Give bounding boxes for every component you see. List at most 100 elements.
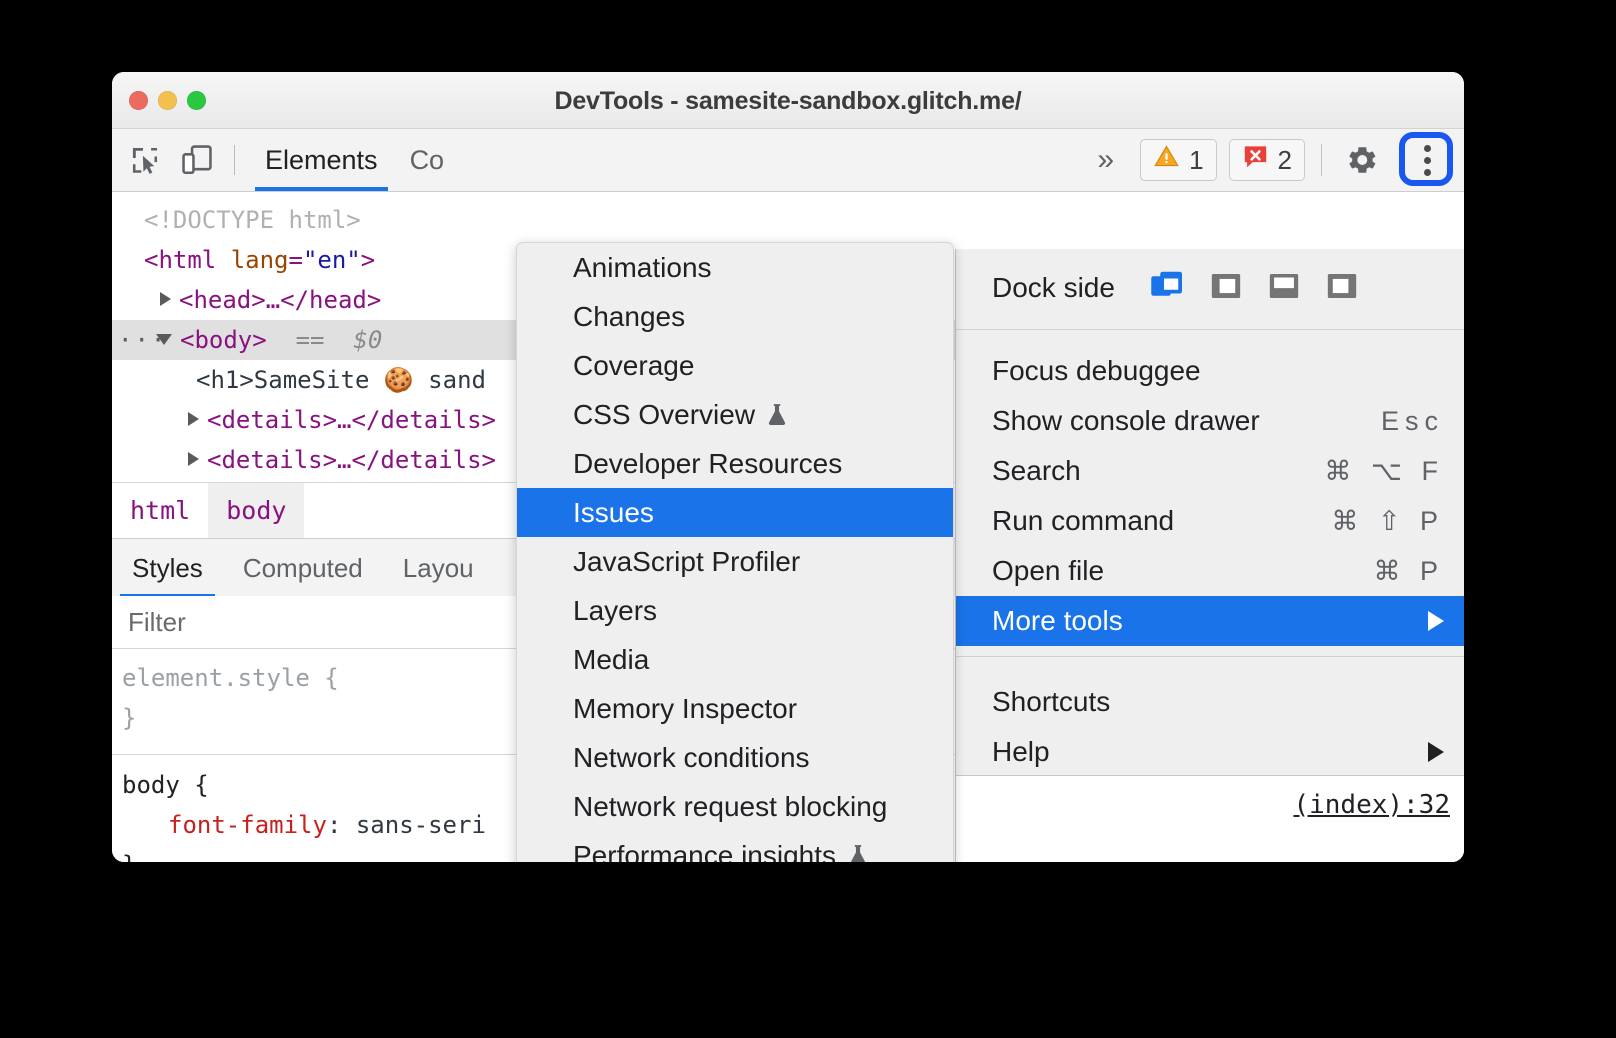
submenu-item-label: CSS Overview [573, 399, 755, 431]
submenu-item-media[interactable]: Media [517, 635, 953, 684]
submenu-item-label: Network conditions [573, 742, 810, 774]
menu-item-search[interactable]: Search ⌘ ⌥ F [956, 446, 1464, 496]
dom-doctype: <!DOCTYPE html> [144, 206, 361, 234]
submenu-item-css-overview[interactable]: CSS Overview [517, 390, 953, 439]
menu-item-shortcut: ⌘ P [1373, 556, 1444, 587]
submenu-item-label: Media [573, 644, 649, 676]
submenu-item-network-request-blocking[interactable]: Network request blocking [517, 782, 953, 831]
dock-to-left-icon[interactable] [1209, 269, 1243, 308]
submenu-item-label: Performance insights [573, 840, 836, 863]
kebab-menu-icon[interactable] [1402, 134, 1452, 186]
menu-item-shortcut: ⌘ ⇧ P [1331, 506, 1444, 537]
devtools-main-toolbar: Elements Co » 1 [112, 129, 1464, 192]
submenu-item-performance-insights[interactable]: Performance insights [517, 831, 953, 862]
devtools-main-menu: Dock side [955, 249, 1464, 862]
toolbar-divider-2 [1321, 144, 1322, 176]
dock-side-options [1149, 268, 1359, 309]
dom-node-body: <body> [180, 326, 267, 354]
tab-console[interactable]: Co [394, 129, 461, 191]
expand-triangle-icon[interactable] [160, 292, 171, 306]
menu-item-help[interactable]: Help [956, 727, 1464, 777]
submenu-item-label: Developer Resources [573, 448, 842, 480]
submenu-item-javascript-profiler[interactable]: JavaScript Profiler [517, 537, 953, 586]
submenu-item-network-conditions[interactable]: Network conditions [517, 733, 953, 782]
submenu-item-label: Changes [573, 301, 685, 333]
window-titlebar: DevTools - samesite-sandbox.glitch.me/ [112, 72, 1464, 129]
dom-node-details: <details>…</details> [207, 406, 496, 434]
menu-item-open-file[interactable]: Open file ⌘ P [956, 546, 1464, 596]
menu-item-more-tools[interactable]: More tools [956, 596, 1464, 646]
submenu-item-label: JavaScript Profiler [573, 546, 800, 578]
devtools-body: <!DOCTYPE html> <html lang="en"> <head>…… [112, 192, 1464, 862]
dom-node-head: <head>…</head> [179, 286, 381, 314]
submenu-item-label: Layers [573, 595, 657, 627]
kebab-highlight-ring [1399, 132, 1453, 186]
dock-to-right-icon[interactable] [1325, 269, 1359, 308]
expand-triangle-icon[interactable] [188, 452, 199, 466]
menu-item-run-command[interactable]: Run command ⌘ ⇧ P [956, 496, 1464, 546]
submenu-item-developer-resources[interactable]: Developer Resources [517, 439, 953, 488]
main-menu-items-secondary: Shortcuts Help [956, 659, 1464, 777]
tab-styles[interactable]: Styles [112, 539, 223, 597]
menu-divider [956, 329, 1464, 330]
gear-icon[interactable] [1336, 134, 1388, 186]
submenu-item-coverage[interactable]: Coverage [517, 341, 953, 390]
warning-count-label: 1 [1189, 145, 1203, 176]
menu-item-label: Show console drawer [992, 405, 1260, 437]
menu-divider-2 [956, 656, 1464, 657]
devtools-window: DevTools - samesite-sandbox.glitch.me/ [112, 72, 1464, 862]
menu-item-shortcut: Esc [1381, 406, 1444, 437]
error-bubble-icon [1242, 143, 1269, 177]
dom-attr-value: "en" [303, 246, 361, 274]
experimental-flask-icon [845, 843, 871, 863]
dom-attr-name: lang [231, 246, 289, 274]
submenu-item-label: Memory Inspector [573, 693, 797, 725]
error-count-button[interactable]: 2 [1229, 139, 1305, 181]
submenu-item-label: Coverage [573, 350, 694, 382]
device-toolbar-icon[interactable] [178, 141, 216, 179]
submenu-item-label: Issues [573, 497, 654, 529]
css-property-name: font-family [168, 811, 327, 839]
menu-item-shortcut: ⌘ ⌥ F [1324, 456, 1444, 487]
dom-row[interactable]: <!DOCTYPE html> [112, 200, 1464, 240]
toolbar-right-group: » 1 [1081, 129, 1464, 191]
expand-triangle-icon[interactable] [188, 412, 199, 426]
node-more-icon[interactable]: ··· [118, 320, 167, 360]
styles-rule-source-footer: (index):32 [956, 775, 1464, 862]
breadcrumb-item-html[interactable]: html [112, 483, 208, 539]
menu-item-label: Open file [992, 555, 1104, 587]
toolbar-divider [234, 145, 235, 175]
source-link[interactable]: (index):32 [1293, 790, 1450, 820]
submenu-item-changes[interactable]: Changes [517, 292, 953, 341]
warning-count-button[interactable]: 1 [1140, 139, 1216, 181]
submenu-item-animations[interactable]: Animations [517, 243, 953, 292]
submenu-item-layers[interactable]: Layers [517, 586, 953, 635]
breadcrumb-item-body[interactable]: body [208, 483, 304, 539]
submenu-item-issues[interactable]: Issues [517, 488, 953, 537]
menu-item-shortcuts[interactable]: Shortcuts [956, 677, 1464, 727]
tab-layout[interactable]: Layou [383, 539, 494, 597]
undock-into-separate-window-icon[interactable] [1149, 268, 1185, 309]
tab-elements[interactable]: Elements [249, 129, 394, 191]
inspect-element-icon[interactable] [126, 141, 164, 179]
submenu-item-memory-inspector[interactable]: Memory Inspector [517, 684, 953, 733]
filter-input[interactable]: Filter [112, 607, 186, 638]
error-count-label: 2 [1278, 145, 1292, 176]
dom-node-details-2: <details>…</details> [207, 446, 496, 474]
submenu-item-label: Network request blocking [573, 791, 887, 823]
window-title: DevTools - samesite-sandbox.glitch.me/ [112, 87, 1464, 116]
screenshot-root: DevTools - samesite-sandbox.glitch.me/ [0, 0, 1616, 1038]
menu-item-label: Help [992, 736, 1050, 768]
menu-item-label: Focus debuggee [992, 355, 1201, 387]
menu-item-show-console-drawer[interactable]: Show console drawer Esc [956, 396, 1464, 446]
tab-computed[interactable]: Computed [223, 539, 383, 597]
experimental-flask-icon [764, 402, 790, 428]
submenu-arrow-icon [1428, 742, 1444, 762]
menu-item-label: More tools [992, 605, 1123, 637]
dock-to-bottom-icon[interactable] [1267, 269, 1301, 308]
submenu-arrow-icon [1428, 611, 1444, 631]
menu-item-focus-debuggee[interactable]: Focus debuggee [956, 346, 1464, 396]
overflow-tabs-button[interactable]: » [1081, 143, 1128, 177]
warning-triangle-icon [1153, 143, 1180, 177]
submenu-item-label: Animations [573, 252, 712, 284]
